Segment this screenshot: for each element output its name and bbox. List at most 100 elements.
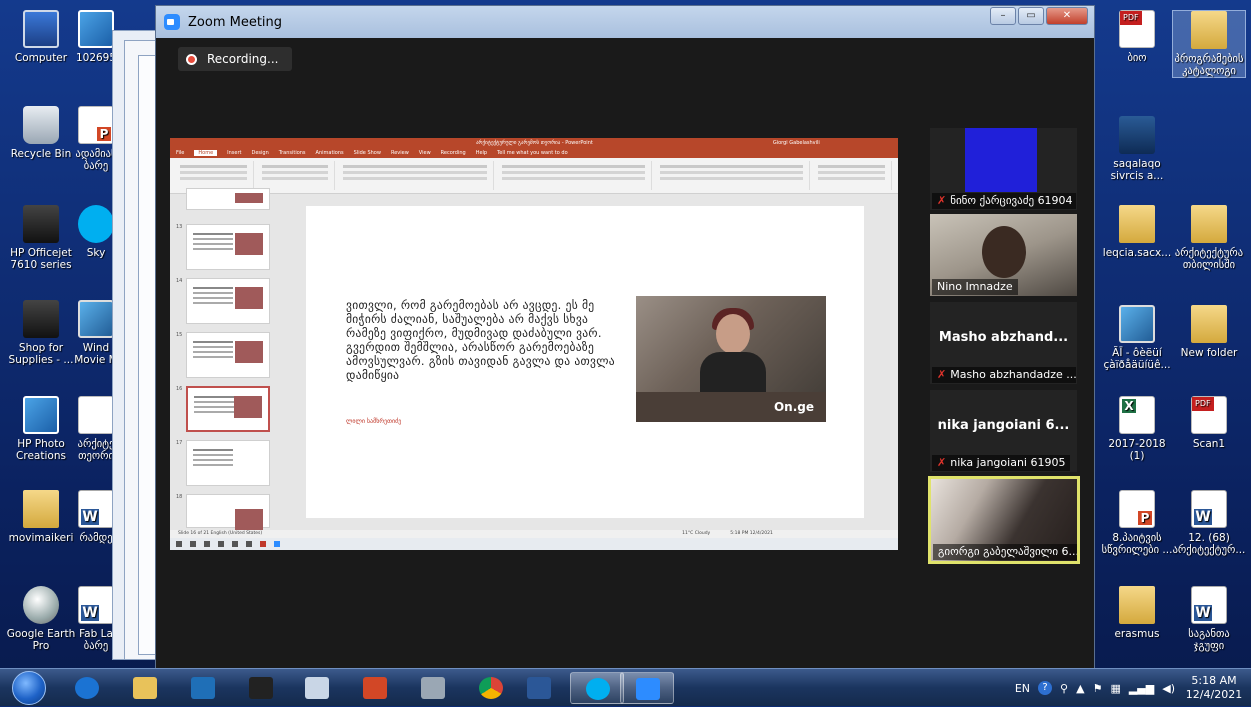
participant-tile[interactable]: nika jangoiani 6... ✗ nika jangoiani 6190… [930, 390, 1077, 472]
desktop-icon-erasmus[interactable]: erasmus [1100, 586, 1174, 640]
network-signal-icon[interactable]: ▂▄▆ [1129, 682, 1154, 695]
device-icon[interactable]: ▦ [1110, 682, 1120, 695]
desktop-icon-computer[interactable]: Computer [4, 10, 78, 64]
slide-body-text: ვითვლი, რომ გარემოებას არ ავცდე. ეს მე მ… [346, 298, 615, 382]
participant-video [965, 128, 1037, 192]
help-icon[interactable]: ? [1038, 681, 1053, 695]
ribbon-group-drawing[interactable] [656, 161, 811, 190]
current-slide[interactable]: ვითვლი, რომ გარემოებას არ ავცდე. ეს მე მ… [306, 206, 864, 518]
zoom-titlebar[interactable]: Zoom Meeting – ▭ ✕ [156, 6, 1094, 38]
maximize-button[interactable]: ▭ [1018, 7, 1044, 25]
window-controls: – ▭ ✕ [990, 7, 1088, 25]
slide-thumbnail-selected[interactable] [186, 386, 270, 432]
desktop-icon-hp-officejet[interactable]: HP Officejet 7610 series [4, 205, 78, 271]
start-button[interactable] [12, 671, 46, 705]
folder-icon [1191, 11, 1227, 49]
desktop-icon-catalog[interactable]: პროგრამების კატალოგი [1172, 10, 1246, 78]
taskbar-snipping[interactable] [290, 672, 344, 704]
ribbon-group-editing[interactable] [814, 161, 892, 190]
taskbar-zoom[interactable] [620, 672, 674, 704]
desktop-icon-ppt-8[interactable]: 8.პაიტვის სწვრილები ... [1100, 490, 1174, 556]
ribbon-group-slides[interactable] [258, 161, 336, 190]
ppt-tab-transitions[interactable]: Transitions [279, 150, 306, 156]
ppt-tab-home[interactable]: Home [194, 150, 218, 156]
taskbar-skype[interactable] [570, 672, 624, 704]
shared-taskbar [170, 538, 898, 550]
participant-tile[interactable]: Nino Imnadze [930, 214, 1077, 296]
clock-date: 12/4/2021 [1185, 688, 1243, 701]
desktop-icon-recycle-bin[interactable]: Recycle Bin [4, 106, 78, 160]
show-hidden-icons-icon[interactable]: ▲ [1076, 682, 1084, 695]
slide-thumbnail[interactable] [186, 332, 270, 378]
taskbar-word[interactable] [512, 672, 566, 704]
ppt-tab-animations[interactable]: Animations [316, 150, 344, 156]
media-player-icon [191, 677, 215, 699]
globe-icon [23, 586, 59, 624]
word-file-icon [1191, 490, 1227, 528]
ppt-tell-me[interactable]: Tell me what you want to do [497, 150, 568, 156]
clock[interactable]: 5:18 AM 12/4/2021 [1183, 674, 1245, 702]
ribbon-group-clipboard[interactable] [176, 161, 254, 190]
ribbon-group-font[interactable] [339, 161, 494, 190]
language-indicator[interactable]: EN [1015, 682, 1030, 695]
desktop-icon-word-12[interactable]: 12. (68) არქიტექტურ... [1172, 490, 1246, 556]
ppt-tab-help[interactable]: Help [476, 150, 487, 156]
movie-maker-icon [78, 300, 114, 338]
participant-tile[interactable]: ✗ ნინო ქარცივაძე 61904 [930, 128, 1077, 210]
desktop-icon-word-groups[interactable]: საგანთა ჯგუფი [1172, 586, 1246, 652]
word-file-icon [78, 586, 114, 624]
shared-screen[interactable]: არქიტექტურული გარემოს თეორია - PowerPoin… [170, 138, 898, 550]
desktop-icon-leqcia[interactable]: leqcia.sacx... [1100, 205, 1174, 259]
mic-muted-icon: ✗ [937, 456, 947, 469]
computer-icon [23, 10, 59, 48]
desktop-icon-google-earth[interactable]: Google Earth Pro [4, 586, 78, 652]
taskbar-chrome[interactable] [464, 672, 518, 704]
slide-thumbnail[interactable] [186, 188, 270, 210]
taskbar-powerpoint[interactable] [348, 672, 402, 704]
desktop-icon-hp-photo[interactable]: HP Photo Creations [4, 396, 78, 462]
powerpoint-file-icon [1119, 490, 1155, 528]
ppt-tab-review[interactable]: Review [391, 150, 409, 156]
ppt-tab-insert[interactable]: Insert [227, 150, 241, 156]
taskbar-scanner[interactable] [406, 672, 460, 704]
close-button[interactable]: ✕ [1046, 7, 1088, 25]
ppt-tab-design[interactable]: Design [251, 150, 268, 156]
desktop-icon-film[interactable]: ÃĪ - ôèëüí çàïðåäüíüê... [1100, 305, 1174, 371]
ribbon-group-paragraph[interactable] [498, 161, 652, 190]
desktop-icon-bio[interactable]: ბიო [1100, 10, 1174, 64]
participant-tile[interactable]: Masho abzhand... ✗ Masho abzhandadze ... [930, 302, 1077, 384]
recording-indicator[interactable]: Recording... [178, 47, 293, 71]
tray-usb-icon[interactable]: ⚲ [1060, 682, 1068, 695]
ppt-tab-view[interactable]: View [419, 150, 431, 156]
slide-thumbnail[interactable] [186, 494, 270, 531]
folder-icon [1191, 205, 1227, 243]
participant-tile-active-speaker[interactable]: გიორგი გაბელაშვილი 6... [928, 476, 1080, 564]
volume-icon[interactable]: ◀) [1162, 682, 1175, 695]
pdf-file-icon [1191, 396, 1227, 434]
ppt-tab-slideshow[interactable]: Slide Show [354, 150, 381, 156]
action-center-flag-icon[interactable]: ⚑ [1093, 682, 1103, 695]
recycle-bin-icon [23, 106, 59, 144]
taskbar-media[interactable] [176, 672, 230, 704]
desktop-icon-architecture[interactable]: არქიტექტურა თბილისში [1172, 205, 1246, 271]
desktop-icon-excel[interactable]: 2017-2018 (1) [1100, 396, 1174, 462]
desktop-icon-scan1[interactable]: Scan1 [1172, 396, 1246, 450]
desktop-icon-shop-supplies[interactable]: Shop for Supplies - ... [4, 300, 78, 366]
slide-thumbnail[interactable] [186, 224, 270, 270]
taskbar-archicad[interactable] [234, 672, 288, 704]
taskbar-ie[interactable] [60, 672, 114, 704]
minimize-button[interactable]: – [990, 7, 1016, 25]
slide-thumbnail[interactable] [186, 440, 270, 486]
desktop-icon-saqalaqo[interactable]: saqalaqo sivrcis a... [1100, 116, 1174, 182]
desktop-icon-new-folder[interactable]: New folder [1172, 305, 1246, 359]
slide-thumbnail[interactable] [186, 278, 270, 324]
ppt-tab-recording[interactable]: Recording [441, 150, 466, 156]
ppt-tab-file[interactable]: File [176, 150, 184, 156]
ppt-titlebar: არქიტექტურული გარემოს თეორია - PowerPoin… [170, 138, 898, 148]
scanner-icon [421, 677, 445, 699]
desktop-icon-movimaikeri[interactable]: movimaikeri [4, 490, 78, 544]
document-icon [78, 396, 114, 434]
snipping-tool-icon [305, 677, 329, 699]
slide-signature: ლილი სამხრეთიძე [346, 418, 402, 425]
taskbar-explorer[interactable] [118, 672, 172, 704]
